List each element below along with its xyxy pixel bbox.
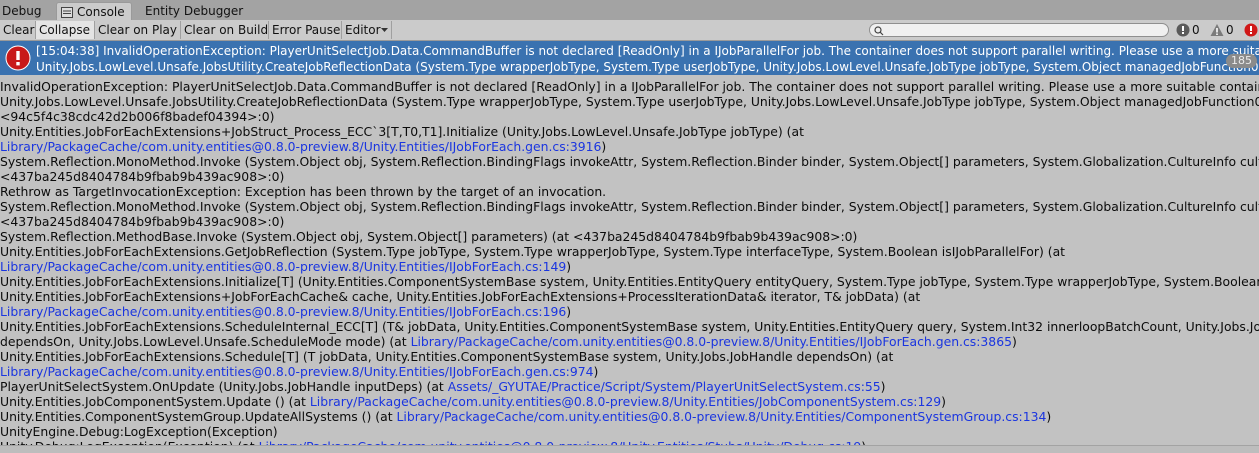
stack-trace-line: System.Reflection.MethodBase.Invoke (Sys… bbox=[0, 229, 1259, 244]
stack-trace-text: Unity.Jobs.LowLevel.Unsafe.JobsUtility.C… bbox=[0, 94, 1259, 109]
stack-trace-text: Unity.Entities.JobForEachExtensions+JobF… bbox=[0, 289, 921, 304]
stack-trace-text: Unity.Entities.JobComponentSystem.Update… bbox=[0, 394, 310, 409]
error-count-toggle[interactable] bbox=[1244, 22, 1259, 38]
stack-trace-line[interactable]: Library/PackageCache/com.unity.entities@… bbox=[0, 259, 1259, 274]
clear-button[interactable]: Clear bbox=[0, 21, 36, 39]
stack-trace-text: Unity.Entities.JobForEachExtensions.GetJ… bbox=[0, 244, 1066, 259]
stack-trace-text: dependsOn, Unity.Jobs.LowLevel.Unsafe.Sc… bbox=[0, 334, 411, 349]
stack-trace-text: System.Reflection.MonoMethod.Invoke (Sys… bbox=[0, 199, 1259, 214]
stack-trace-suffix: ) bbox=[566, 259, 572, 274]
stack-trace-line[interactable]: Unity.Entities.ComponentSystemGroup.Upda… bbox=[0, 409, 1259, 424]
stack-trace-line[interactable]: PlayerUnitSelectSystem.OnUpdate (Unity.J… bbox=[0, 379, 1259, 394]
stack-trace-file-link[interactable]: Library/PackageCache/com.unity.entities@… bbox=[0, 259, 566, 274]
stack-trace-line: Unity.Jobs.LowLevel.Unsafe.JobsUtility.C… bbox=[0, 94, 1259, 109]
stack-trace-file-link[interactable]: Library/PackageCache/com.unity.entities@… bbox=[0, 139, 601, 154]
clear-on-build-button[interactable]: Clear on Build bbox=[181, 21, 269, 39]
warning-icon bbox=[1210, 24, 1224, 36]
stack-trace-line: Unity.Entities.JobForEachExtensions+JobS… bbox=[0, 124, 1259, 139]
stack-trace-suffix: ) bbox=[593, 364, 599, 379]
stack-trace-suffix: ) bbox=[566, 304, 572, 319]
stack-trace-panel[interactable]: InvalidOperationException: PlayerUnitSel… bbox=[0, 79, 1259, 445]
stack-trace-line: System.Reflection.MonoMethod.Invoke (Sys… bbox=[0, 199, 1259, 214]
stack-trace-line[interactable]: Library/PackageCache/com.unity.entities@… bbox=[0, 139, 1259, 154]
stack-trace-line[interactable]: dependsOn, Unity.Jobs.LowLevel.Unsafe.Sc… bbox=[0, 334, 1259, 349]
stack-trace-file-link[interactable]: Library/PackageCache/com.unity.entities@… bbox=[310, 394, 941, 409]
stack-trace-line: Unity.Entities.JobForEachExtensions.GetJ… bbox=[0, 244, 1259, 259]
stack-trace-suffix: ) bbox=[601, 139, 607, 154]
stack-trace-line: Unity.Entities.JobForEachExtensions.Sche… bbox=[0, 319, 1259, 334]
stack-trace-text: Unity.Entities.JobForEachExtensions.Sche… bbox=[0, 349, 894, 364]
stack-trace-suffix: ) bbox=[1046, 409, 1052, 424]
stack-trace-text: InvalidOperationException: PlayerUnitSel… bbox=[0, 79, 1259, 94]
stack-trace-file-link[interactable]: Assets/_GYUTAE/Practice/Script/System/Pl… bbox=[448, 379, 881, 394]
clear-on-play-button[interactable]: Clear on Play bbox=[95, 21, 181, 39]
tab-entity-debugger[interactable]: Entity Debugger bbox=[145, 2, 243, 20]
stack-trace-line[interactable]: Unity.Entities.JobComponentSystem.Update… bbox=[0, 394, 1259, 409]
stack-trace-line: Unity.Entities.JobForEachExtensions+JobF… bbox=[0, 289, 1259, 304]
log-entry-stack-first-line: Unity.Jobs.LowLevel.Unsafe.JobsUtility.C… bbox=[36, 60, 1259, 74]
error-icon bbox=[5, 45, 31, 74]
stack-trace-text: PlayerUnitSelectSystem.OnUpdate (Unity.J… bbox=[0, 379, 448, 394]
tab-entity-debugger-label: Entity Debugger bbox=[145, 4, 244, 18]
info-count: 0 bbox=[1192, 23, 1200, 37]
tab-console-label: Console bbox=[77, 5, 125, 19]
warning-count: 0 bbox=[1226, 23, 1234, 37]
error-pause-button[interactable]: Error Pause bbox=[269, 21, 342, 39]
tab-console[interactable]: Console bbox=[56, 2, 132, 21]
tab-debug[interactable]: Debug bbox=[2, 2, 41, 20]
warning-count-toggle[interactable]: 0 bbox=[1210, 22, 1234, 38]
stack-trace-text: System.Reflection.MonoMethod.Invoke (Sys… bbox=[0, 154, 1259, 169]
stack-trace-text: Unity.Entities.JobForEachExtensions.Sche… bbox=[0, 319, 1259, 334]
selected-log-entry[interactable]: [15:04:38] InvalidOperationException: Pl… bbox=[0, 41, 1259, 75]
editor-dropdown-label: Editor bbox=[345, 23, 381, 37]
stack-trace-line: Unity.Entities.JobForEachExtensions.Init… bbox=[0, 274, 1259, 289]
stack-trace-file-link[interactable]: Library/PackageCache/com.unity.entities@… bbox=[0, 364, 594, 379]
log-entry-message: [15:04:38] InvalidOperationException: Pl… bbox=[36, 44, 1259, 58]
stack-trace-text: <94c5f4c38cdc42d2b006f8badef04394>:0) bbox=[0, 109, 275, 124]
stack-trace-text: UnityEngine.Debug:LogException(Exception… bbox=[0, 424, 278, 439]
stack-trace-line: <94c5f4c38cdc42d2b006f8badef04394>:0) bbox=[0, 109, 1259, 124]
search-icon bbox=[874, 25, 884, 39]
stack-trace-text: Rethrow as TargetInvocationException: Ex… bbox=[0, 184, 607, 199]
stack-trace-text: <437ba245d8404784b9fbab9b439ac908>:0) bbox=[0, 214, 285, 229]
search-input[interactable] bbox=[869, 23, 1169, 37]
stack-trace-suffix: ) bbox=[1011, 334, 1017, 349]
stack-trace-line: Unity.Entities.JobForEachExtensions.Sche… bbox=[0, 349, 1259, 364]
stack-trace-line: Rethrow as TargetInvocationException: Ex… bbox=[0, 184, 1259, 199]
stack-trace-line: <437ba245d8404784b9fbab9b439ac908>:0) bbox=[0, 214, 1259, 229]
info-count-toggle[interactable]: 0 bbox=[1176, 22, 1200, 38]
stack-trace-line: UnityEngine.Debug:LogException(Exception… bbox=[0, 424, 1259, 439]
stack-trace-line[interactable]: Library/PackageCache/com.unity.entities@… bbox=[0, 304, 1259, 319]
stack-trace-text: <437ba245d8404784b9fbab9b439ac908>:0) bbox=[0, 169, 285, 184]
tab-debug-label: Debug bbox=[2, 4, 42, 18]
editor-dropdown[interactable]: Editor bbox=[342, 21, 392, 39]
stack-trace-line[interactable]: Library/PackageCache/com.unity.entities@… bbox=[0, 364, 1259, 379]
stack-trace-line: InvalidOperationException: PlayerUnitSel… bbox=[0, 79, 1259, 94]
stack-trace-text: Unity.Entities.JobForEachExtensions.Init… bbox=[0, 274, 1259, 289]
collapse-button[interactable]: Collapse bbox=[36, 21, 95, 39]
stack-trace-text: Unity.Entities.ComponentSystemGroup.Upda… bbox=[0, 409, 397, 424]
stack-trace-file-link[interactable]: Library/PackageCache/com.unity.entities@… bbox=[411, 334, 1012, 349]
stack-trace-file-link[interactable]: Library/PackageCache/com.unity.entities@… bbox=[397, 409, 1047, 424]
stack-trace-file-link[interactable]: Library/PackageCache/com.unity.entities@… bbox=[0, 304, 566, 319]
stack-trace-text: System.Reflection.MethodBase.Invoke (Sys… bbox=[0, 229, 858, 244]
stack-trace-suffix: ) bbox=[880, 379, 886, 394]
collapse-count-badge: 185 bbox=[1226, 54, 1257, 68]
stack-trace-suffix: ) bbox=[941, 394, 946, 409]
stack-trace-line: System.Reflection.MonoMethod.Invoke (Sys… bbox=[0, 154, 1259, 169]
stack-trace-line: <437ba245d8404784b9fbab9b439ac908>:0) bbox=[0, 169, 1259, 184]
info-icon bbox=[1176, 23, 1190, 37]
stack-trace-text: Unity.Entities.JobForEachExtensions+JobS… bbox=[0, 124, 804, 139]
window-tab-bar: Debug Console Entity Debugger bbox=[0, 0, 1259, 21]
error-icon bbox=[1244, 23, 1258, 37]
